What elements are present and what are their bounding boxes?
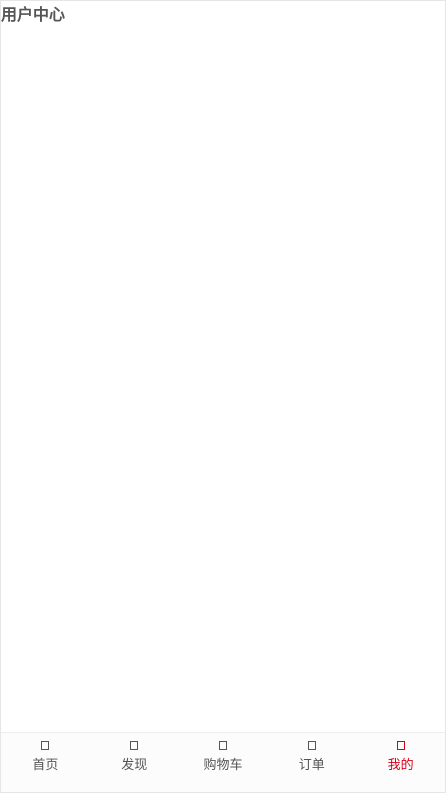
page-title: 用户中心 bbox=[1, 5, 66, 24]
tab-label: 购物车 bbox=[203, 758, 243, 773]
tab-label: 我的 bbox=[387, 758, 414, 773]
home-icon bbox=[41, 741, 50, 750]
discover-icon bbox=[130, 741, 139, 750]
cart-icon bbox=[218, 741, 227, 750]
tab-orders[interactable]: 订单 bbox=[267, 733, 356, 792]
tab-home[interactable]: 首页 bbox=[1, 733, 90, 792]
tab-label: 发现 bbox=[121, 758, 148, 773]
app-frame: 用户中心 首页 发现 购物车 订单 我的 bbox=[0, 0, 446, 793]
tab-label: 首页 bbox=[32, 758, 59, 773]
orders-icon bbox=[307, 741, 316, 750]
bottom-tab-bar: 首页 发现 购物车 订单 我的 bbox=[1, 732, 445, 792]
tab-label: 订单 bbox=[298, 758, 325, 773]
tab-cart[interactable]: 购物车 bbox=[179, 733, 268, 792]
profile-icon bbox=[396, 741, 405, 750]
tab-profile[interactable]: 我的 bbox=[356, 733, 445, 792]
tab-discover[interactable]: 发现 bbox=[90, 733, 179, 792]
